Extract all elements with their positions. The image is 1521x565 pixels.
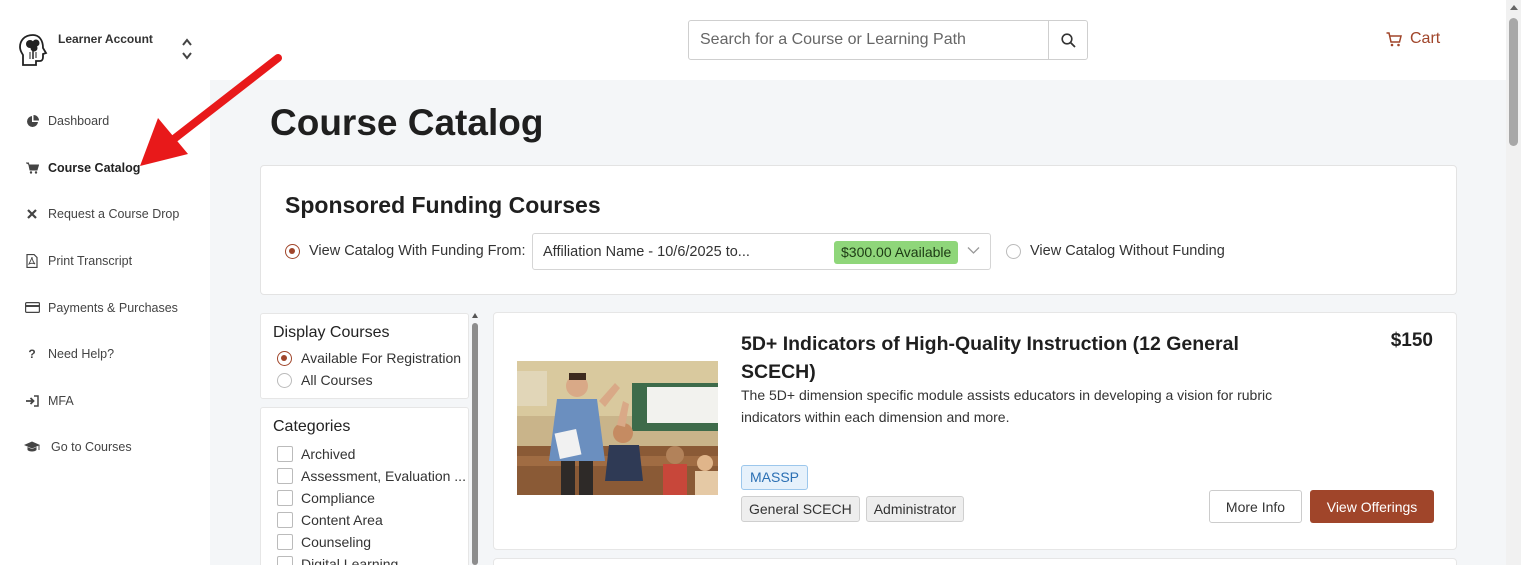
category-item[interactable]: Content Area [277, 512, 383, 528]
scroll-up-arrow-icon[interactable] [472, 313, 478, 318]
sidebar-item-label: Need Help? [48, 347, 115, 362]
sidebar-item-dashboard[interactable]: Dashboard [0, 98, 210, 145]
sign-in-icon [24, 393, 40, 409]
category-item[interactable]: Compliance [277, 490, 375, 506]
sidebar-item-need-help[interactable]: ? Need Help? [0, 331, 210, 378]
display-option-label: Available For Registration [301, 350, 462, 366]
course-thumbnail[interactable] [517, 361, 718, 495]
sidebar-item-go-to-courses[interactable]: Go to Courses [0, 424, 210, 471]
display-option-label: All Courses [301, 372, 373, 388]
question-icon: ? [28, 347, 36, 362]
course-tags: General SCECH Administrator [741, 496, 965, 522]
category-checkbox[interactable] [277, 556, 293, 565]
radio-all-courses[interactable] [277, 372, 292, 388]
funding-title: Sponsored Funding Courses [285, 192, 601, 218]
course-tag: Administrator [865, 496, 965, 522]
cart-link[interactable]: Cart [1386, 28, 1440, 50]
chevron-up-down-icon[interactable] [180, 36, 194, 62]
search-button[interactable] [1048, 21, 1087, 59]
category-checkbox[interactable] [277, 468, 293, 484]
available-funds-badge: $300.00 Available [834, 241, 959, 264]
course-description: The 5D+ dimension specific module assist… [741, 387, 1273, 425]
cart-icon [1386, 31, 1402, 46]
page-scrollbar-thumb[interactable] [1509, 18, 1518, 146]
category-label: Content Area [301, 512, 383, 528]
sidebar-item-label: MFA [48, 393, 74, 408]
credit-card-icon [24, 300, 40, 316]
affiliation-selected-value: Affiliation Name - 10/6/2025 to... [543, 244, 750, 260]
category-label: Digital Learning [301, 556, 399, 565]
sidebar-nav: Dashboard Course Catalog Request a Cours… [0, 98, 210, 471]
sidebar-item-label: Course Catalog [48, 160, 141, 175]
sponsored-funding-panel: Sponsored Funding Courses View Catalog W… [260, 165, 1457, 295]
category-label: Assessment, Evaluation ... [301, 468, 466, 484]
filter-scrollbar-thumb[interactable] [472, 323, 478, 565]
radio-with-funding[interactable] [285, 243, 300, 259]
course-title[interactable]: 5D+ Indicators of High-Quality Instructi… [741, 330, 1251, 386]
sidebar: Learner Account Dashboard Course Catalog… [0, 0, 210, 565]
funding-option-without[interactable]: View Catalog Without Funding [1006, 243, 1225, 259]
course-card-next [493, 558, 1457, 565]
view-offerings-button[interactable]: View Offerings [1310, 490, 1434, 523]
sidebar-item-print-transcript[interactable]: Print Transcript [0, 238, 210, 285]
provider-tag: MASSP [741, 465, 809, 490]
filter-scrollbar[interactable] [472, 313, 478, 565]
category-item[interactable]: Digital Learning [277, 556, 398, 565]
account-switcher[interactable]: Learner Account [16, 30, 201, 72]
course-price: $150 [1390, 330, 1433, 351]
category-item[interactable]: Assessment, Evaluation ... [277, 468, 466, 484]
funding-option-with[interactable]: View Catalog With Funding From: [285, 243, 526, 259]
category-item[interactable]: Counseling [277, 534, 371, 550]
sidebar-item-label: Print Transcript [48, 254, 133, 269]
category-label: Archived [301, 446, 356, 462]
category-label: Compliance [301, 490, 375, 506]
search-box [688, 20, 1088, 60]
graduation-cap-icon [24, 439, 40, 455]
page-scrollbar[interactable] [1506, 0, 1521, 565]
classroom-photo [517, 361, 718, 495]
sidebar-item-course-catalog[interactable]: Course Catalog [0, 145, 210, 192]
funding-option-with-label: View Catalog With Funding From: [309, 243, 526, 259]
search-icon [1060, 32, 1076, 48]
sidebar-item-mfa[interactable]: MFA [0, 378, 210, 425]
radio-without-funding[interactable] [1006, 243, 1021, 259]
search-input[interactable] [689, 21, 1049, 59]
course-card: 5D+ Indicators of High-Quality Instructi… [493, 312, 1457, 550]
cart-icon [24, 160, 40, 176]
account-label: Learner Account [58, 32, 153, 46]
sidebar-item-request-course-drop[interactable]: Request a Course Drop [0, 191, 210, 238]
display-courses-filter: Display Courses Available For Registrati… [260, 313, 469, 399]
sidebar-item-label: Go to Courses [51, 440, 132, 455]
display-option-all[interactable]: All Courses [277, 372, 373, 388]
affiliation-select[interactable]: Affiliation Name - 10/6/2025 to... $300.… [532, 233, 991, 270]
category-label: Counseling [301, 534, 372, 550]
display-option-available[interactable]: Available For Registration [277, 350, 461, 366]
sidebar-item-label: Dashboard [48, 114, 110, 129]
main-content: Course Catalog Sponsored Funding Courses… [210, 80, 1506, 565]
course-tag: General SCECH [741, 496, 860, 522]
category-item[interactable]: Archived [277, 446, 355, 462]
pie-chart-icon [24, 113, 40, 129]
categories-filter: Categories Archived Assessment, Evaluati… [260, 407, 469, 565]
category-checkbox[interactable] [277, 446, 293, 462]
radio-available[interactable] [277, 350, 292, 366]
sidebar-item-label: Request a Course Drop [48, 207, 180, 222]
category-checkbox[interactable] [277, 490, 293, 506]
categories-title: Categories [273, 418, 351, 435]
brain-head-icon [19, 34, 48, 66]
display-courses-title: Display Courses [273, 324, 390, 341]
sidebar-item-payments-purchases[interactable]: Payments & Purchases [0, 284, 210, 331]
x-icon [24, 206, 40, 222]
scroll-up-arrow-icon[interactable] [1510, 5, 1518, 10]
sidebar-item-label: Payments & Purchases [48, 300, 178, 315]
more-info-button[interactable]: More Info [1209, 490, 1302, 523]
category-checkbox[interactable] [277, 534, 293, 550]
pdf-file-icon [24, 253, 40, 269]
chevron-down-icon [967, 247, 980, 254]
page-title: Course Catalog [270, 102, 544, 143]
cart-label: Cart [1410, 30, 1441, 47]
category-checkbox[interactable] [277, 512, 293, 528]
funding-option-without-label: View Catalog Without Funding [1030, 243, 1225, 259]
